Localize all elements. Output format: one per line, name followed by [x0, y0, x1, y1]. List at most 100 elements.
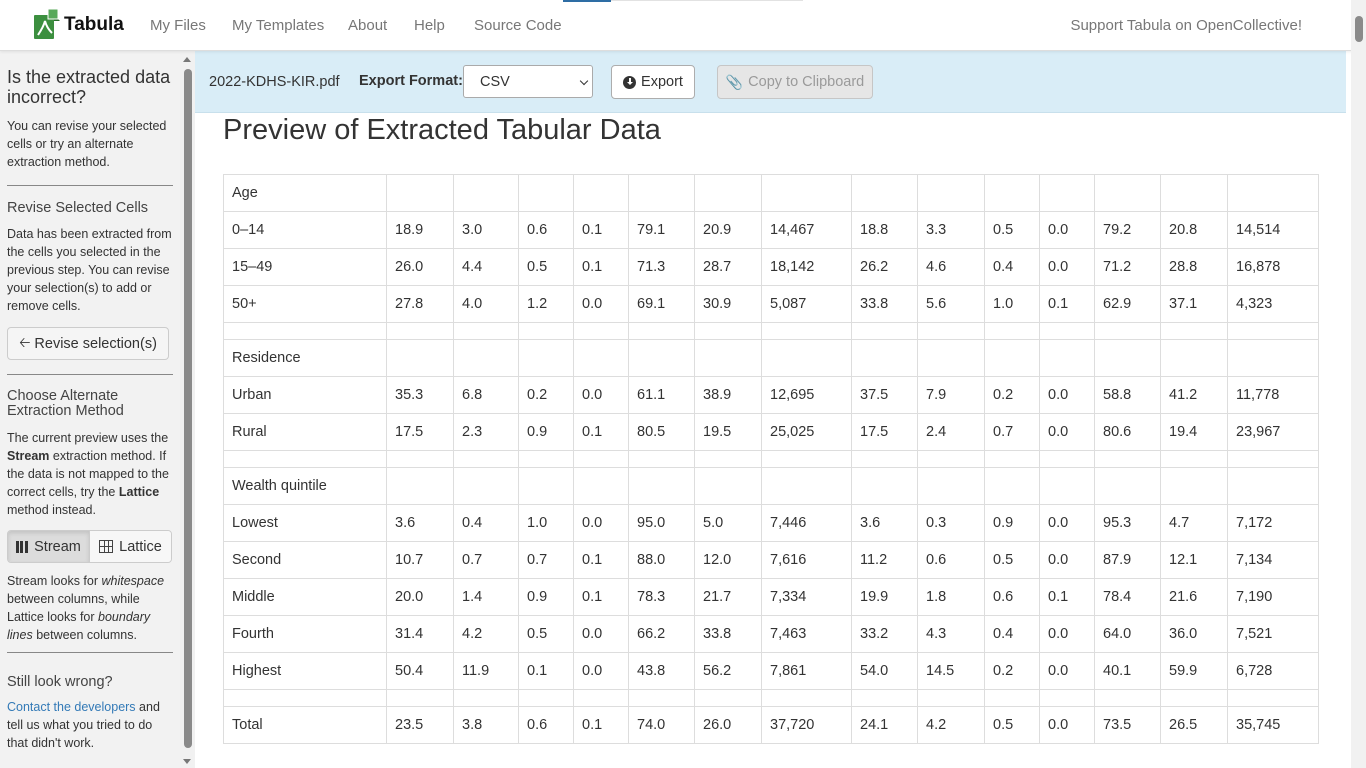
table-cell: 0.1 — [518, 652, 574, 690]
table-cell: 1.4 — [453, 578, 519, 616]
table-cell — [851, 174, 918, 212]
table-cell: 50.4 — [386, 652, 454, 690]
table-cell: 0.0 — [573, 652, 629, 690]
table-cell: 56.2 — [694, 652, 762, 690]
table-cell: 12.0 — [694, 541, 762, 579]
method-heading: Choose Alternate Extraction Method — [7, 388, 124, 419]
table-cell: 7,134 — [1227, 541, 1319, 579]
table-cell — [984, 689, 1040, 707]
table-cell: 0.0 — [573, 615, 629, 653]
table-cell — [573, 339, 629, 377]
table-cell: 0.2 — [984, 652, 1040, 690]
table-cell — [761, 467, 852, 505]
scroll-up-icon[interactable] — [183, 57, 191, 62]
extraction-method-toggle: Stream Lattice — [7, 530, 172, 563]
stream-button[interactable]: Stream — [8, 531, 90, 562]
table-cell: 5,087 — [761, 285, 852, 323]
nav-source-code[interactable]: Source Code — [474, 17, 562, 34]
row-label-cell: Highest — [223, 652, 387, 690]
row-label-cell: Lowest — [223, 504, 387, 542]
table-cell — [518, 174, 574, 212]
table-cell: 10.7 — [386, 541, 454, 579]
table-cell — [1227, 450, 1319, 468]
revise-selection-label: Revise selection(s) — [34, 335, 157, 352]
table-cell — [917, 322, 985, 340]
table-cell: 4.7 — [1160, 504, 1228, 542]
table-cell: 3.8 — [453, 706, 519, 744]
table-cell: 33.8 — [851, 285, 918, 323]
table-cell: 7.9 — [917, 376, 985, 414]
revise-selection-button[interactable]: 🡠 Revise selection(s) — [7, 327, 169, 360]
method-text-3: method instead. — [7, 503, 96, 517]
brand-link[interactable]: Tabula — [32, 9, 124, 41]
nav-support-link[interactable]: Support Tabula on OpenCollective! — [1070, 17, 1302, 34]
table-cell: 26.2 — [851, 248, 918, 286]
table-cell: 0.5 — [518, 248, 574, 286]
revise-heading: Revise Selected Cells — [7, 200, 149, 216]
table-cell: 0.7 — [453, 541, 519, 579]
table-cell — [1094, 689, 1161, 707]
sidebar-scrollbar[interactable] — [180, 51, 195, 768]
table-row: 50+ 27.8 4.0 1.2 0.0 69.1 30.9 5,087 33.8 5.6 1.0 0… — [223, 285, 1319, 323]
export-button[interactable]: Export — [611, 65, 695, 99]
lattice-button[interactable]: Lattice — [90, 531, 171, 562]
page-scrollbar[interactable] — [1351, 0, 1366, 768]
nav-my-templates[interactable]: My Templates — [232, 17, 324, 34]
tabula-logo-icon — [34, 9, 60, 39]
stream-label: Stream — [34, 538, 81, 555]
table-cell — [1039, 174, 1095, 212]
scroll-down-icon[interactable] — [183, 759, 191, 764]
table-cell: 43.8 — [628, 652, 695, 690]
table-cell: 88.0 — [628, 541, 695, 579]
table-cell — [917, 174, 985, 212]
nav-help[interactable]: Help — [414, 17, 445, 34]
table-cell: 11,778 — [1227, 376, 1319, 414]
table-cell: 6,728 — [1227, 652, 1319, 690]
table-cell — [1039, 450, 1095, 468]
table-cell: 37.5 — [851, 376, 918, 414]
row-label-cell: Total — [223, 706, 387, 744]
table-cell: 0.0 — [1039, 615, 1095, 653]
sidebar-scroll-thumb[interactable] — [184, 69, 192, 748]
table-cell — [1094, 450, 1161, 468]
table-cell — [1094, 174, 1161, 212]
nav-about[interactable]: About — [348, 17, 387, 34]
table-cell — [984, 339, 1040, 377]
export-format-label: Export Format: — [359, 73, 463, 89]
table-cell: 16,878 — [1227, 248, 1319, 286]
table-cell — [573, 174, 629, 212]
lattice-icon — [99, 540, 114, 553]
brand-name[interactable]: Tabula — [64, 14, 124, 36]
table-cell: 0.4 — [453, 504, 519, 542]
table-cell: 37.1 — [1160, 285, 1228, 323]
table-cell — [628, 467, 695, 505]
table-cell: 7,190 — [1227, 578, 1319, 616]
table-cell: 5.0 — [694, 504, 762, 542]
table-cell: 19.4 — [1160, 413, 1228, 451]
table-cell: 0.1 — [573, 248, 629, 286]
table-cell: 23.5 — [386, 706, 454, 744]
table-row: Second 10.7 0.7 0.7 0.1 88.0 12.0 7,616 11.2 0.6 0… — [223, 541, 1319, 579]
page-scroll-thumb[interactable] — [1355, 16, 1363, 42]
page-title: Preview of Extracted Tabular Data — [223, 114, 661, 146]
table-cell: 78.3 — [628, 578, 695, 616]
table-cell: 14.5 — [917, 652, 985, 690]
table-cell — [1160, 339, 1228, 377]
copy-to-clipboard-button[interactable]: 📎 Copy to Clipboard — [717, 65, 873, 99]
table-cell — [917, 689, 985, 707]
table-cell: 7,521 — [1227, 615, 1319, 653]
nav-my-files[interactable]: My Files — [150, 17, 206, 34]
table-cell: 2.4 — [917, 413, 985, 451]
extracted-data-table: Age 0–14 18.9 3.0 0.6 0.1 79.1 20.9 14,467 18.8 3.… — [223, 174, 1319, 744]
alternate-method: Lattice — [118, 485, 160, 499]
table-cell: 62.9 — [1094, 285, 1161, 323]
contact-developers-link[interactable]: Contact the developers — [7, 700, 136, 714]
table-cell — [1227, 467, 1319, 505]
table-cell: 0.0 — [1039, 376, 1095, 414]
contact-text: Contact the developers and tell us what … — [7, 698, 175, 752]
table-cell: 0.1 — [1039, 285, 1095, 323]
export-format-select[interactable]: CSV — [463, 65, 593, 98]
table-cell: 1.8 — [917, 578, 985, 616]
table-cell: 11.2 — [851, 541, 918, 579]
table-cell — [917, 467, 985, 505]
